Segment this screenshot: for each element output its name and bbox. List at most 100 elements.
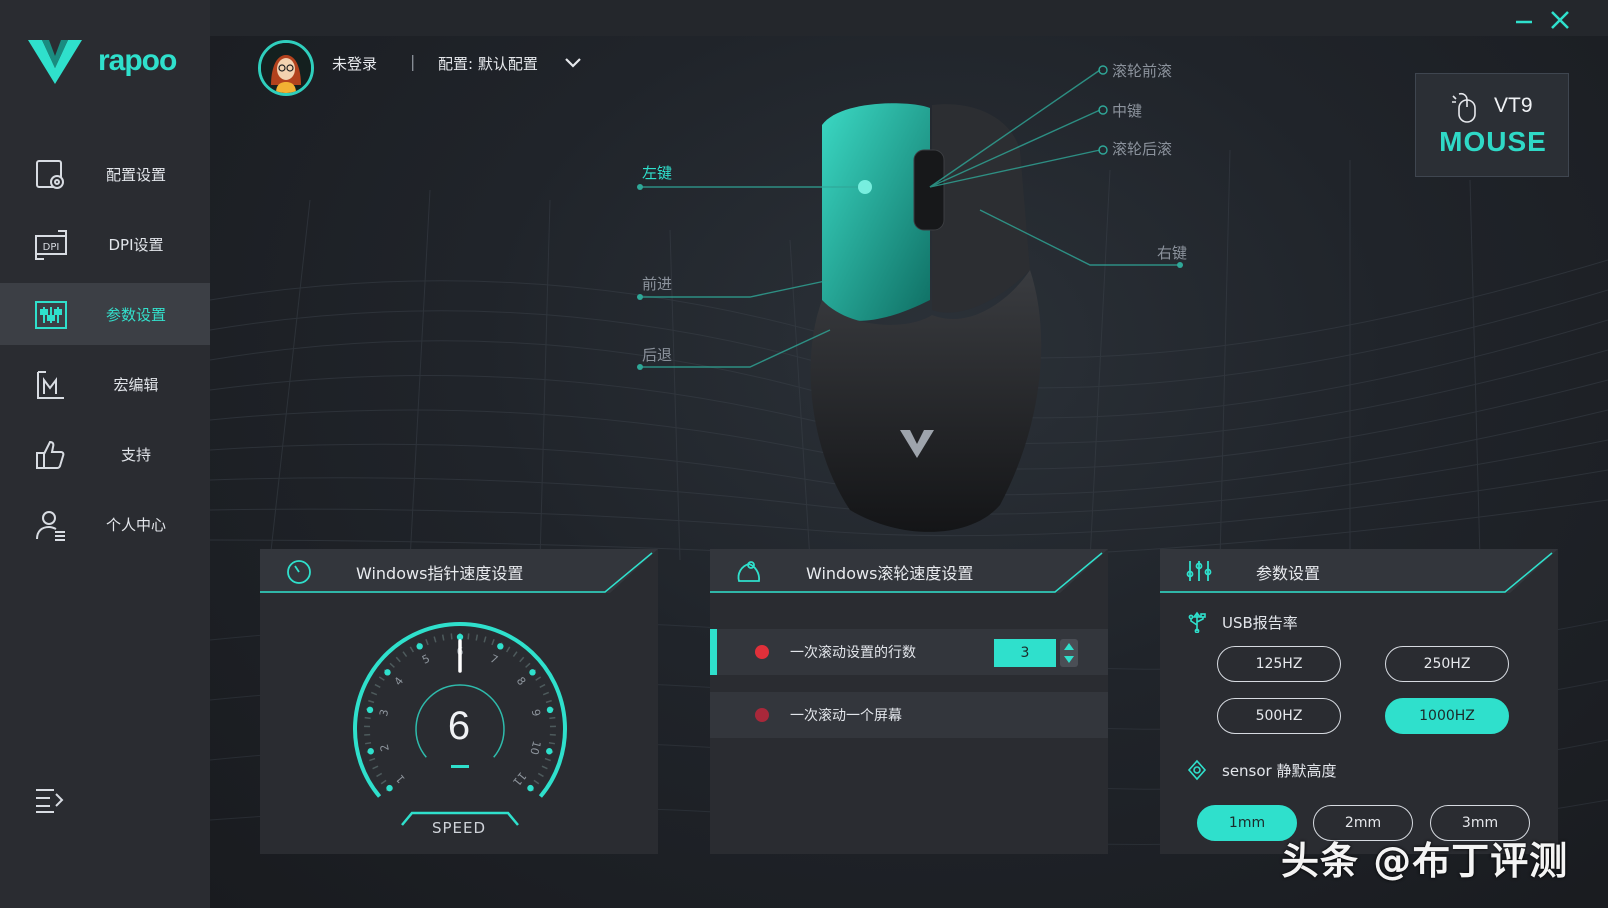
usb-rate-125hz[interactable]: 125HZ xyxy=(1217,646,1341,682)
callout-back-button[interactable]: 后退 xyxy=(642,344,672,365)
gauge-minor-tick xyxy=(535,676,542,681)
sidebar-item-macro[interactable]: 宏编辑 xyxy=(0,353,210,415)
gauge-minor-tick xyxy=(467,633,470,640)
scroll-lines-option[interactable]: 一次滚动设置的行数 3 xyxy=(710,629,1108,675)
gauge-minor-tick xyxy=(542,691,550,696)
gauge-minor-tick xyxy=(544,757,551,762)
callout-right-button[interactable]: 右键 xyxy=(1157,242,1187,263)
equalizer-icon xyxy=(35,301,67,329)
radio-selected-indicator[interactable] xyxy=(755,645,769,659)
gauge-minor-tick xyxy=(525,662,531,668)
gauge-tick-label: 11 xyxy=(510,769,529,788)
sensor-lod-title: sensor 静默高度 xyxy=(1222,762,1337,780)
gauge-tick-dot xyxy=(456,633,464,641)
speed-value: 6 xyxy=(447,704,471,748)
sidebar-item-label: 参数设置 xyxy=(105,305,166,324)
gauge-minor-tick xyxy=(369,757,376,762)
gauge-tick-dot xyxy=(367,748,374,755)
gauge-minor-tick xyxy=(372,765,379,770)
pointer-speed-panel: Windows指针速度设置 1234567891011 6 SPEED xyxy=(260,549,658,854)
dpi-icon: DPI xyxy=(35,230,67,260)
callout-middle-button[interactable]: 中键 xyxy=(1112,100,1142,121)
params-panel: 参数设置 USB报告率 125HZ 250HZ 500HZ 1000HZ sen… xyxy=(1160,549,1558,854)
gauge-minor-tick xyxy=(491,638,495,646)
panel-header xyxy=(1160,549,1558,593)
gauge-minor-tick xyxy=(370,691,378,696)
sidebar-item-user[interactable]: 个人中心 xyxy=(0,493,210,555)
rapoo-v-logo-icon xyxy=(28,40,82,84)
gauge-minor-tick xyxy=(450,633,453,640)
callout-left-button[interactable]: 左键 xyxy=(642,162,672,183)
sidebar-item-label: 支持 xyxy=(120,445,151,464)
collapse-menu-icon[interactable] xyxy=(34,786,66,814)
user-icon xyxy=(36,511,65,541)
scroll-speed-title: Windows滚轮速度设置 xyxy=(806,564,974,583)
usb-icon xyxy=(1188,611,1206,633)
gauge-minor-tick xyxy=(512,651,518,658)
sidebar-item-profile[interactable]: 配置设置 xyxy=(0,143,210,205)
rapoo-logo: rapoo xyxy=(28,38,177,84)
gauge-minor-tick xyxy=(380,779,387,785)
gauge-minor-tick xyxy=(402,651,408,658)
speed-caption: SPEED xyxy=(431,819,487,837)
gauge-tick-dot xyxy=(384,669,391,676)
callout-scroll-up[interactable]: 滚轮前滚 xyxy=(1112,60,1172,81)
gauge-tick-label: 1 xyxy=(393,772,407,786)
gauge-minor-tick xyxy=(395,656,401,663)
gauge-tick-dot xyxy=(529,669,536,676)
sidebar-item-support[interactable]: 支持 xyxy=(0,423,210,485)
params-title: 参数设置 xyxy=(1256,564,1321,583)
speedometer-icon xyxy=(287,560,311,584)
gauge-minor-tick xyxy=(433,636,437,643)
gauge-tick-label: 5 xyxy=(420,652,432,667)
gauge-minor-tick xyxy=(409,646,415,653)
stepper-arrows-icon[interactable] xyxy=(1060,639,1078,667)
gauge-tick-dot xyxy=(386,784,393,792)
sidebar-item-dpi[interactable]: DPI DPI设置 xyxy=(0,213,210,275)
sliders-icon xyxy=(1186,561,1212,581)
sidebar-item-label: 个人中心 xyxy=(105,515,166,534)
radio-indicator[interactable] xyxy=(755,708,769,722)
usb-rate-1000hz[interactable]: 1000HZ xyxy=(1385,698,1509,734)
scroll-lines-input[interactable]: 3 xyxy=(994,639,1056,667)
gauge-minor-tick xyxy=(483,636,487,643)
gauge-tick-dot xyxy=(546,748,553,755)
gauge-minor-tick xyxy=(475,634,479,641)
gauge-tick-label: 8 xyxy=(514,675,529,689)
gauge-minor-tick xyxy=(537,772,544,778)
watermark: 头条 @布丁评测 xyxy=(1281,839,1569,883)
pointer-speed-title: Windows指针速度设置 xyxy=(356,564,524,583)
profile-settings-icon xyxy=(36,160,64,189)
gauge-tick-dot xyxy=(497,643,504,650)
gauge-minor-tick xyxy=(425,638,429,646)
scroll-screen-option[interactable]: 一次滚动一个屏幕 xyxy=(710,692,1108,738)
callout-forward-button[interactable]: 前进 xyxy=(642,273,672,294)
usb-rate-500hz[interactable]: 500HZ xyxy=(1217,698,1341,734)
gauge-minor-tick xyxy=(519,656,525,663)
gauge-minor-tick xyxy=(389,662,395,668)
sidebar-item-params[interactable]: 参数设置 xyxy=(0,283,210,345)
gauge-tick-dot xyxy=(416,643,423,650)
scroll-lines-label: 一次滚动设置的行数 xyxy=(790,645,916,661)
brand-name: rapoo xyxy=(98,44,177,77)
gauge-tick-label: 7 xyxy=(488,652,500,667)
gauge-value-underline xyxy=(451,765,469,768)
gauge-minor-tick xyxy=(378,676,385,681)
callout-scroll-down[interactable]: 滚轮后滚 xyxy=(1112,138,1172,159)
gauge-minor-tick xyxy=(374,683,381,688)
sidebar-item-label: DPI设置 xyxy=(108,235,164,254)
gauge-minor-tick xyxy=(376,772,383,778)
gauge-minor-tick xyxy=(545,699,552,704)
gauge-minor-tick xyxy=(368,699,375,704)
svg-text:DPI: DPI xyxy=(43,242,60,253)
gauge-minor-tick xyxy=(441,634,445,641)
sidebar: rapoo 配置设置 DPI DPI设置 参数设置 宏编辑 支持 个人中心 xyxy=(0,0,210,908)
usb-rate-title: USB报告率 xyxy=(1222,614,1298,632)
macro-icon xyxy=(37,371,64,399)
gauge-minor-tick xyxy=(539,683,546,688)
mouse-illustration xyxy=(637,65,1183,532)
sidebar-item-label: 宏编辑 xyxy=(113,375,159,394)
scroll-speed-panel: Windows滚轮速度设置 一次滚动设置的行数 3 一次滚动一个屏幕 xyxy=(710,549,1108,854)
usb-rate-250hz[interactable]: 250HZ xyxy=(1385,646,1509,682)
sidebar-item-label: 配置设置 xyxy=(105,165,166,184)
